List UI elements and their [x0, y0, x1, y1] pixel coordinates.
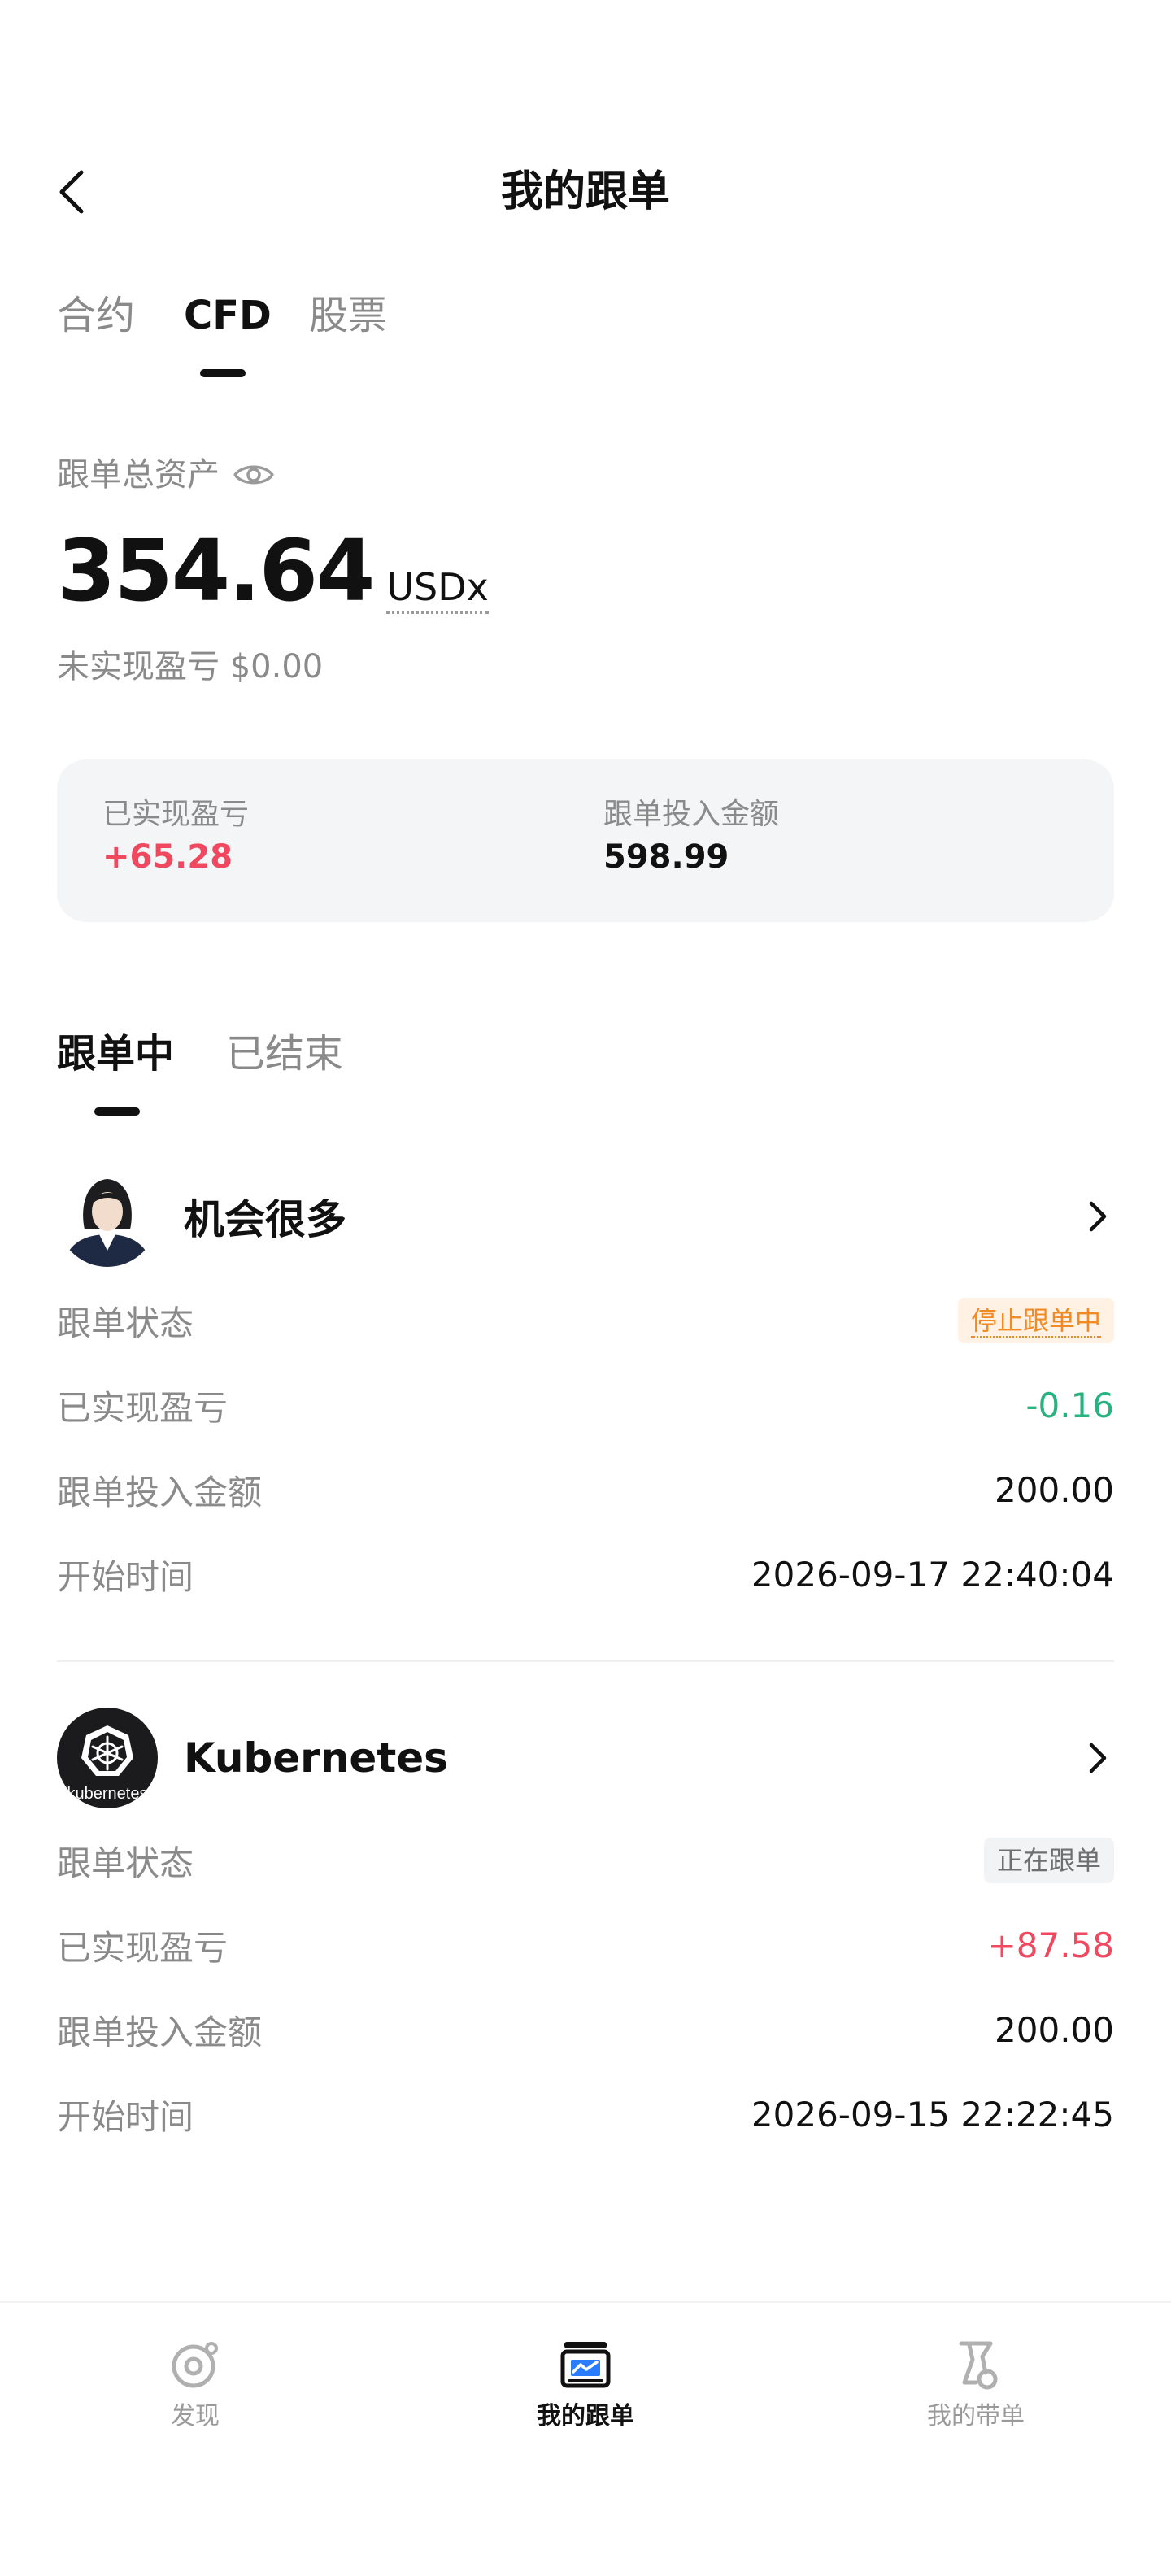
invested-amount-row: 跟单投入金额 200.00 — [57, 1460, 1114, 1519]
start-time-row: 开始时间 2026-09-17 22:40:04 — [57, 1545, 1114, 1603]
unrealized-pnl-value: $0.00 — [229, 648, 324, 685]
follow-status-label: 跟单状态 — [57, 1303, 194, 1343]
follow-status-label: 跟单状态 — [57, 1843, 194, 1883]
nav-label: 我的带单 — [927, 2402, 1025, 2430]
eye-icon[interactable] — [233, 460, 275, 490]
discover-icon — [172, 2342, 218, 2388]
invested-amount-label: 跟单投入金额 — [57, 2012, 263, 2052]
total-assets-label-text: 跟单总资产 — [57, 456, 220, 494]
page-title: 我的跟单 — [500, 168, 670, 216]
chevron-right-icon — [1082, 1194, 1114, 1239]
trader-name: 机会很多 — [184, 1196, 346, 1243]
trader-name: Kubernetes — [184, 1734, 448, 1782]
tab-stocks[interactable]: 股票 — [309, 286, 387, 345]
summary-card: 已实现盈亏 +65.28 跟单投入金额 598.99 — [57, 759, 1114, 922]
start-time-label: 开始时间 — [57, 1556, 194, 1597]
total-assets-value: 354.64 — [57, 521, 375, 620]
start-time-row: 开始时间 2026-09-15 22:22:45 — [57, 2085, 1114, 2143]
currency-unit[interactable]: USDx — [386, 563, 489, 614]
avatar — [57, 1166, 158, 1267]
nav-my-lead-trades[interactable]: 我的带单 — [846, 2335, 1106, 2433]
trader-row[interactable]: kubernetes Kubernetes — [57, 1708, 1114, 1808]
trader-row[interactable]: 机会很多 — [57, 1166, 1114, 1267]
start-time-value: 2026-09-17 22:40:04 — [751, 1554, 1114, 1595]
realized-pnl-label: 已实现盈亏 — [102, 798, 250, 831]
start-time-label: 开始时间 — [57, 2096, 194, 2137]
realized-pnl-row: 已实现盈亏 +87.58 — [57, 1916, 1114, 1974]
invested-amount-label: 跟单投入金额 — [57, 1472, 263, 1512]
nav-discover[interactable]: 发现 — [65, 2335, 325, 2433]
realized-pnl-label: 已实现盈亏 — [57, 1387, 229, 1428]
avatar: kubernetes — [57, 1708, 158, 1808]
status-badge: 停止跟单中 — [957, 1298, 1114, 1343]
unrealized-pnl-label: 未实现盈亏 — [57, 648, 220, 685]
follow-status-row: 跟单状态 正在跟单 — [57, 1831, 1114, 1890]
nav-my-copy-trades[interactable]: 我的跟单 — [455, 2335, 716, 2433]
realized-pnl-label: 已实现盈亏 — [57, 1927, 229, 1968]
tab-following[interactable]: 跟单中 — [57, 1025, 174, 1083]
tab-ended[interactable]: 已结束 — [226, 1025, 343, 1083]
total-assets-label: 跟单总资产 — [57, 450, 275, 499]
realized-pnl-value: +65.28 — [102, 838, 233, 876]
my-lead-trades-icon — [959, 2341, 998, 2390]
avatar-text: kubernetes — [67, 1785, 148, 1803]
divider — [57, 1660, 1114, 1662]
bottom-nav: 发现 我的跟单 我的带单 — [0, 2301, 1171, 2576]
invested-amount-value: 598.99 — [603, 838, 729, 876]
realized-pnl-row: 已实现盈亏 -0.16 — [57, 1376, 1114, 1434]
status-badge: 正在跟单 — [983, 1838, 1114, 1883]
status-badge-text: 停止跟单中 — [970, 1305, 1101, 1338]
invested-amount-label: 跟单投入金额 — [603, 798, 780, 831]
start-time-value: 2026-09-15 22:22:45 — [751, 2094, 1114, 2134]
nav-label: 发现 — [171, 2402, 220, 2430]
tab-futures[interactable]: 合约 — [57, 286, 135, 345]
chevron-right-icon — [1082, 1735, 1114, 1781]
total-assets: 354.64 USDx — [57, 520, 489, 621]
realized-pnl-value: +87.58 — [987, 1925, 1114, 1965]
status-tab-indicator — [94, 1107, 140, 1116]
follow-status-row: 跟单状态 停止跟单中 — [57, 1291, 1114, 1350]
invested-amount-value: 200.00 — [995, 1469, 1114, 1510]
tab-cfd[interactable]: CFD — [184, 286, 272, 345]
nav-label: 我的跟单 — [537, 2402, 634, 2430]
realized-pnl-value: -0.16 — [1025, 1385, 1114, 1425]
unrealized-pnl: 未实现盈亏 $0.00 — [57, 642, 323, 691]
invested-amount-row: 跟单投入金额 200.00 — [57, 2000, 1114, 2059]
my-copy-trades-icon — [560, 2342, 611, 2388]
tab-active-indicator — [200, 369, 246, 377]
invested-amount-value: 200.00 — [995, 2009, 1114, 2050]
